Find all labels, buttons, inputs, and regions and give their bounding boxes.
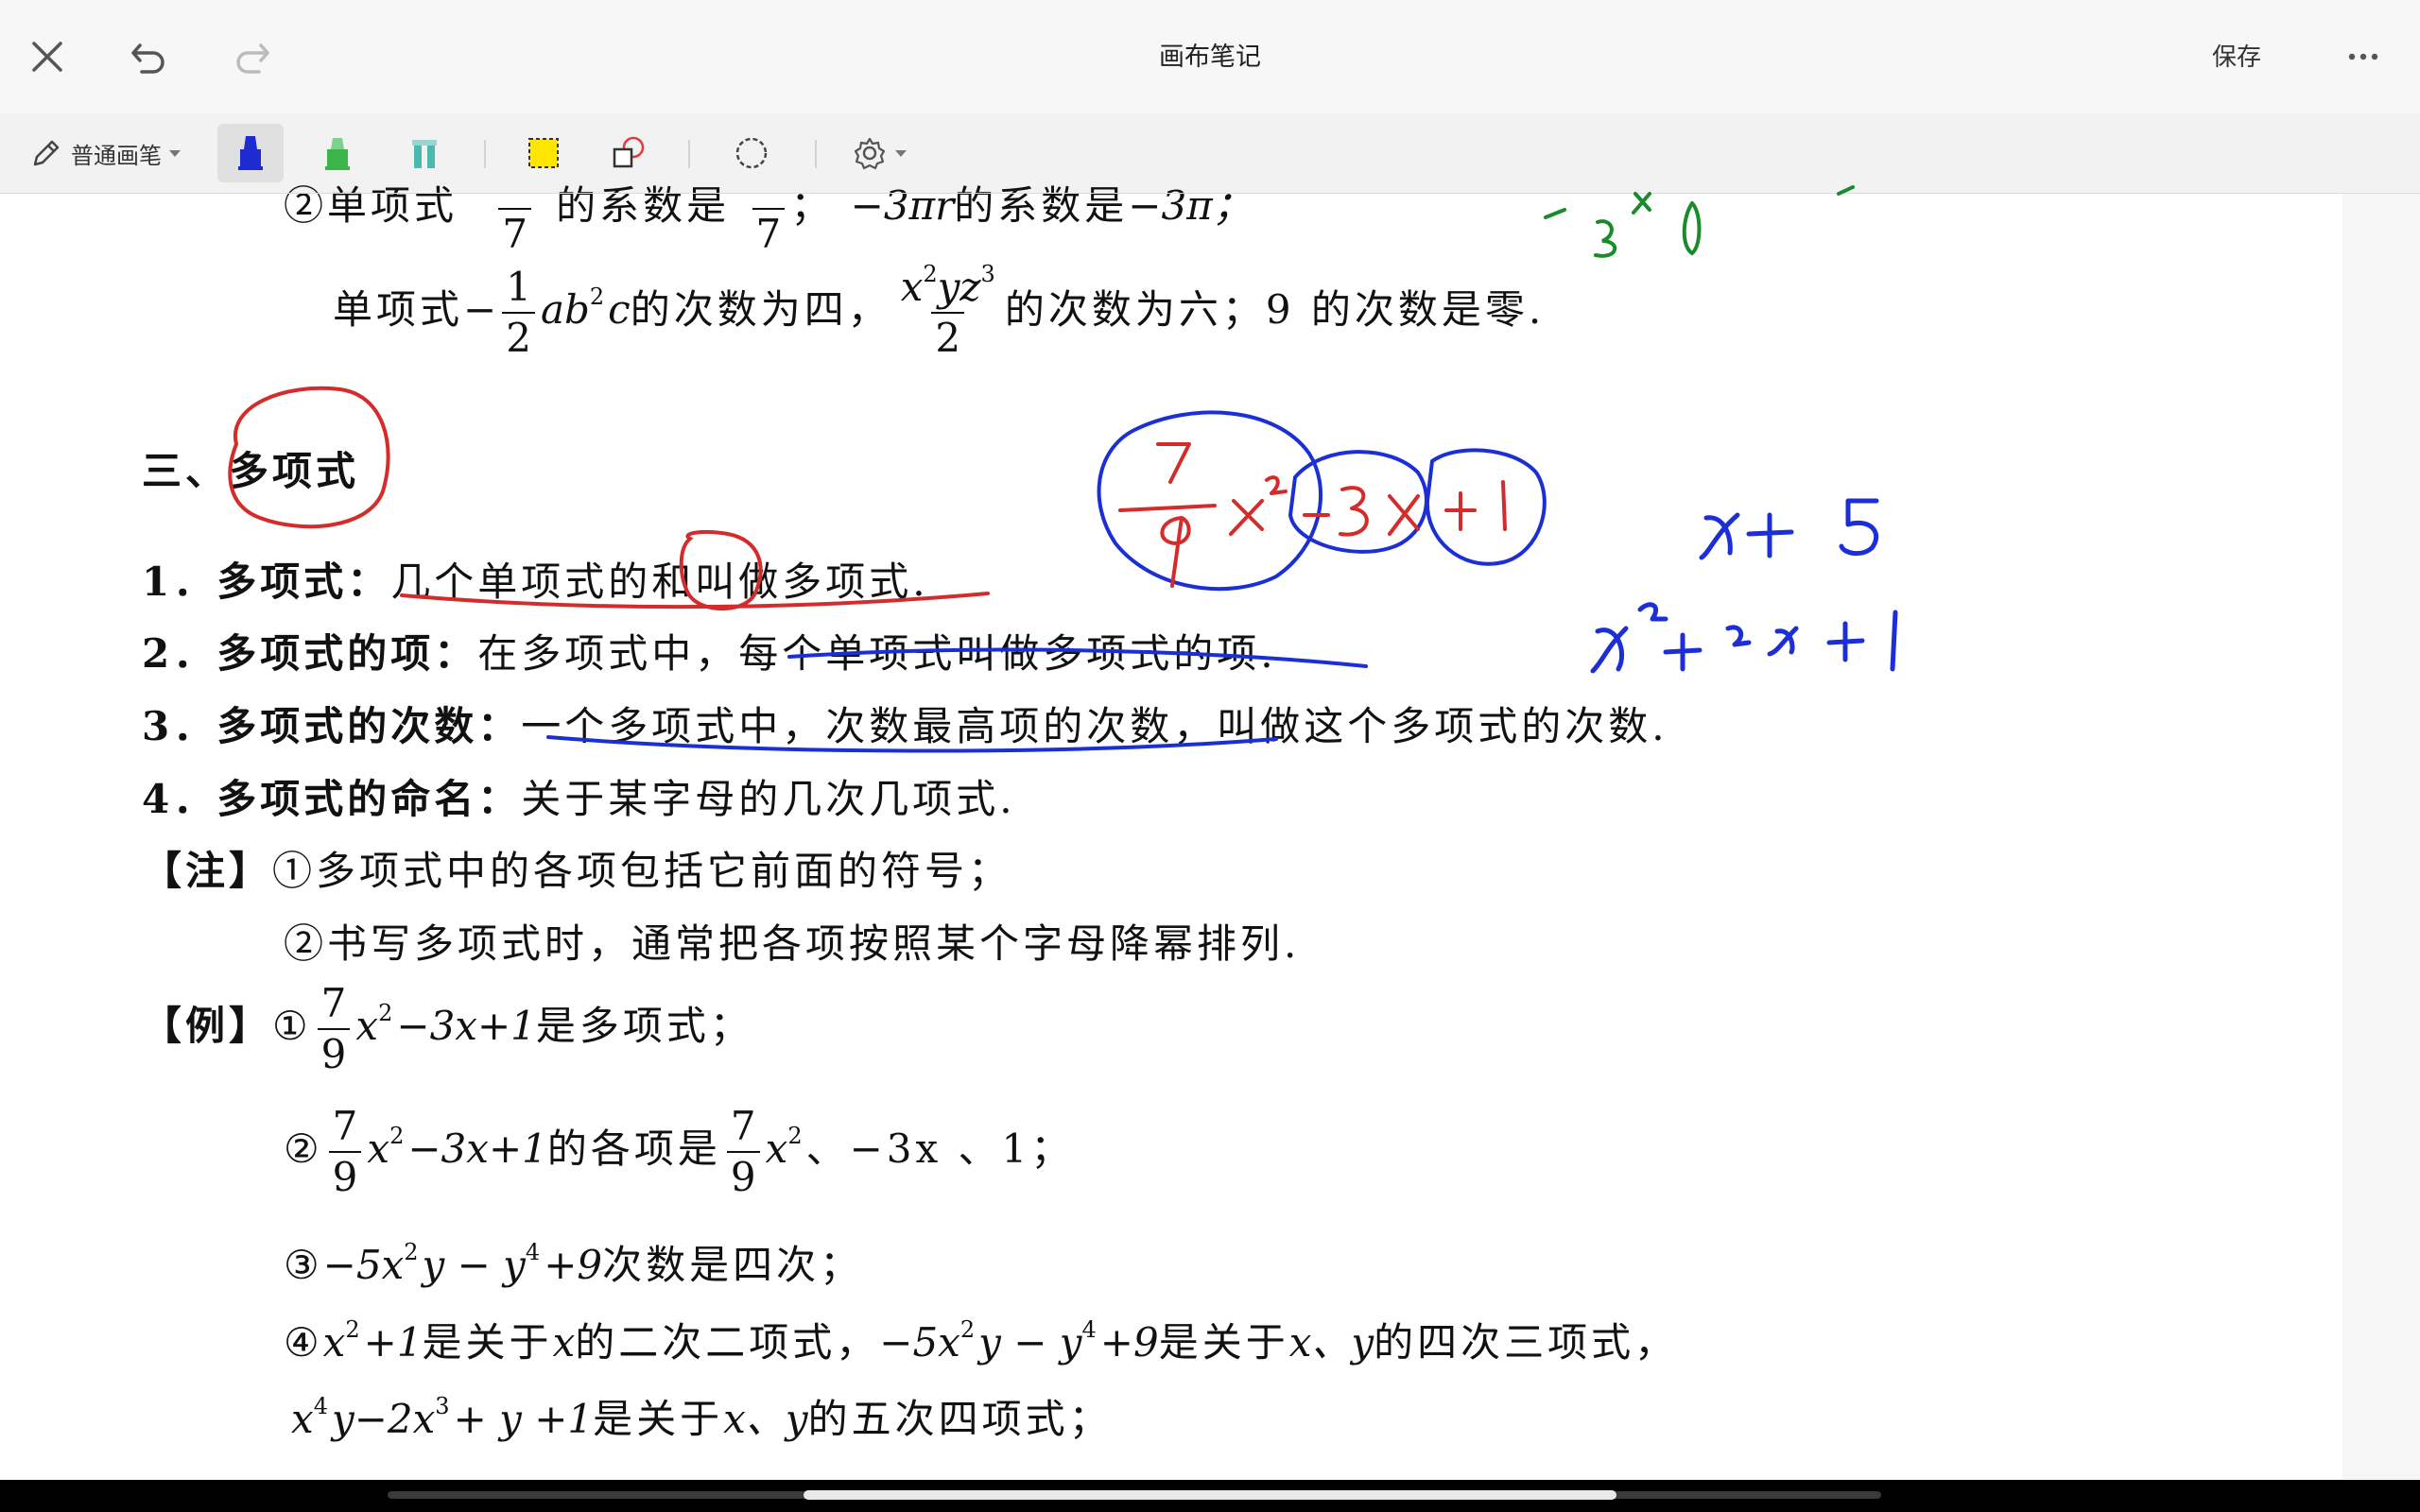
chevron-down-icon bbox=[895, 149, 907, 157]
definition-item-3: 3．多项式的次数：一个多项式中，次数最高项的次数，叫做这个多项式的次数. bbox=[142, 703, 1668, 749]
more-icon[interactable] bbox=[2335, 28, 2392, 85]
example-line-2: ② 7 9 x2−3x+1的各项是 7 9 x2、−3x 、1； bbox=[284, 1103, 1075, 1201]
note-line-2: ②书写多项式时，通常把各项按照某个字母降幂排列. bbox=[284, 920, 1301, 967]
pen-type-label: 普通画笔 bbox=[71, 142, 162, 169]
toolbar-shadow bbox=[0, 193, 2342, 194]
example-line-5: x4y−2x3+ y +1是关于x、y的五次四项式； bbox=[291, 1393, 1113, 1442]
partial-line-top: ②单项式 7 的系数是 7； −3πr的系数是−3π； bbox=[284, 182, 1253, 258]
example-line-3: ③−5x2y − y4+9次数是四次； bbox=[284, 1239, 864, 1288]
pencil-icon bbox=[33, 140, 60, 166]
home-indicator[interactable] bbox=[804, 1490, 1616, 1500]
chevron-down-icon bbox=[169, 149, 181, 157]
definition-item-2: 2．多项式的项：在多项式中，每个单项式叫做多项式的项. bbox=[142, 630, 1277, 677]
note-line-1: 【注】①多项式中的各项包括它前面的符号； bbox=[142, 848, 1012, 894]
monomial-degree-line: 单项式− 1 2 ab2c的次数为四， x2yz3 2 的次数为六；9 的次数是零. bbox=[333, 261, 1546, 362]
blue-marker-tool[interactable] bbox=[217, 124, 284, 182]
section-title: 三、多项式 bbox=[142, 448, 360, 494]
definition-item-4: 4．多项式的命名：关于某字母的几次几项式. bbox=[142, 776, 1016, 822]
blue-marker-icon bbox=[238, 136, 263, 170]
example-line-1: 【例】① 7 9 x2−3x+1是多项式； bbox=[142, 980, 753, 1078]
example-line-4: ④x2+1是关于x的二次二项式，−5x2y − y4+9是关于x、y的四次三项式… bbox=[284, 1316, 1679, 1366]
page-title: 画布笔记 bbox=[1159, 43, 1261, 72]
page-margin bbox=[2342, 194, 2420, 1479]
save-button[interactable]: 保存 bbox=[2212, 38, 2261, 73]
pen-type-selector[interactable]: 普通画笔 bbox=[15, 124, 195, 182]
definition-item-1: 1．多项式：几个单项式的和叫做多项式. bbox=[142, 558, 929, 605]
title-bar: 画布笔记 保存 bbox=[0, 0, 2420, 113]
